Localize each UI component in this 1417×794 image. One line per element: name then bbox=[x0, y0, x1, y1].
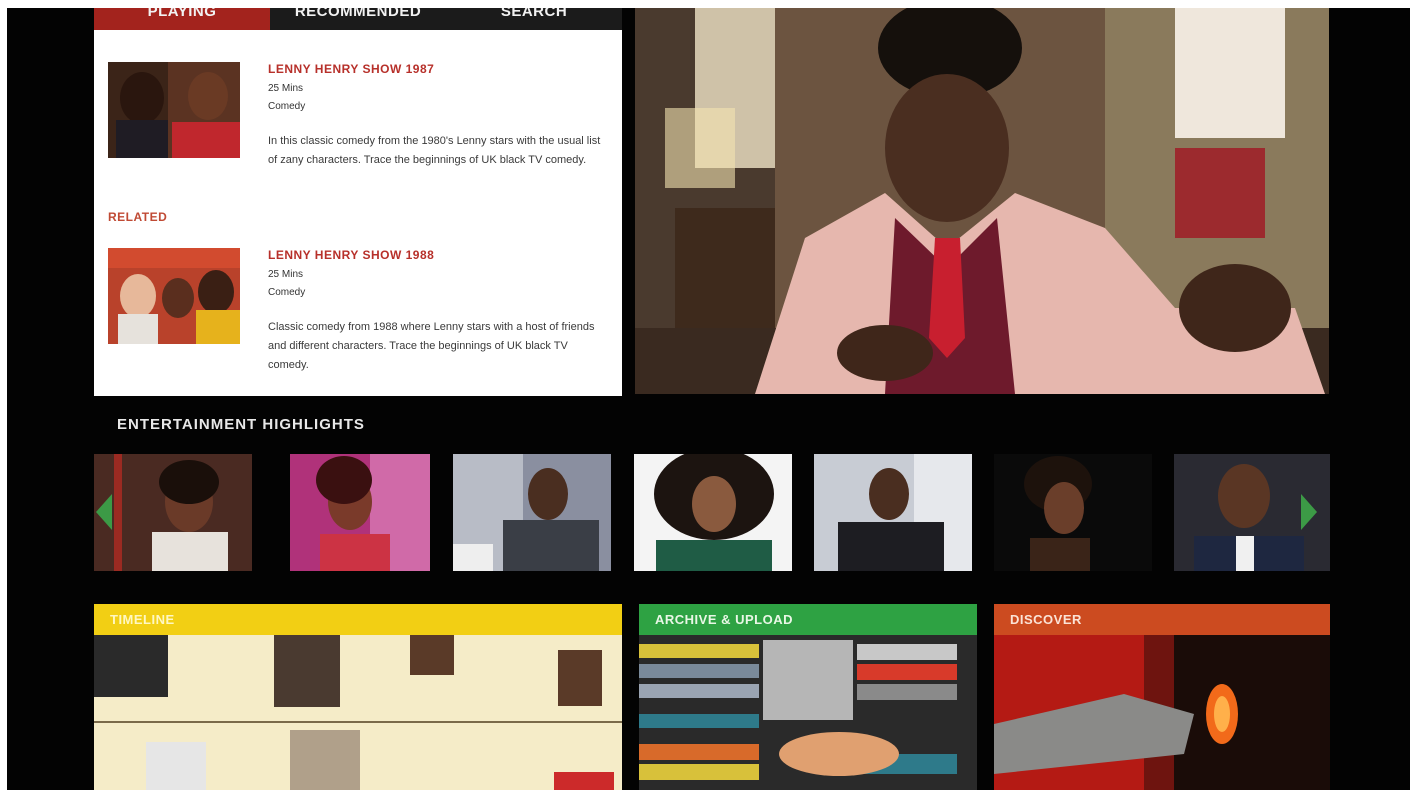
now-playing-description: In this classic comedy from the 1980's L… bbox=[268, 135, 601, 166]
app-screen: PLAYING RECOMMENDED SEARCH LENNY HENRY S… bbox=[7, 8, 1410, 790]
discover-header[interactable]: DISCOVER bbox=[994, 604, 1330, 635]
now-playing-title[interactable]: LENNY HENRY SHOW 1987 bbox=[268, 62, 603, 76]
highlight-thumb[interactable] bbox=[453, 454, 611, 571]
now-playing-thumbnail[interactable] bbox=[108, 62, 240, 158]
now-playing-item[interactable]: LENNY HENRY SHOW 1987 25 Mins Comedy In … bbox=[108, 62, 608, 192]
arrow-left-icon[interactable] bbox=[96, 494, 112, 530]
related-item[interactable]: LENNY HENRY SHOW 1988 25 Mins Comedy Cla… bbox=[108, 248, 608, 378]
related-genre: Comedy bbox=[268, 287, 306, 298]
related-info: LENNY HENRY SHOW 1988 25 Mins Comedy Cla… bbox=[268, 248, 603, 375]
now-playing-panel: LENNY HENRY SHOW 1987 25 Mins Comedy In … bbox=[94, 30, 622, 396]
highlight-thumb[interactable] bbox=[814, 454, 972, 571]
player-tabs: PLAYING RECOMMENDED SEARCH bbox=[94, 8, 622, 30]
now-playing-duration: 25 Mins bbox=[268, 83, 304, 94]
archive-upload-tile[interactable]: ARCHIVE & UPLOAD bbox=[639, 604, 977, 790]
now-playing-genre: Comedy bbox=[268, 101, 306, 112]
related-title[interactable]: LENNY HENRY SHOW 1988 bbox=[268, 248, 603, 262]
timeline-tile[interactable]: TIMELINE bbox=[94, 604, 622, 790]
highlights-carousel bbox=[94, 454, 1330, 571]
highlight-thumb[interactable] bbox=[94, 454, 252, 571]
related-thumbnail[interactable] bbox=[108, 248, 240, 344]
related-duration: 25 Mins bbox=[268, 269, 304, 280]
arrow-right-icon[interactable] bbox=[1301, 494, 1317, 530]
highlight-thumb[interactable] bbox=[994, 454, 1152, 571]
tab-recommended[interactable]: RECOMMENDED bbox=[270, 8, 446, 30]
hero-image[interactable] bbox=[635, 8, 1329, 394]
timeline-header[interactable]: TIMELINE bbox=[94, 604, 622, 635]
highlight-thumb[interactable] bbox=[290, 454, 430, 571]
archive-upload-header[interactable]: ARCHIVE & UPLOAD bbox=[639, 604, 977, 635]
now-playing-info: LENNY HENRY SHOW 1987 25 Mins Comedy In … bbox=[268, 62, 603, 170]
highlight-thumb[interactable] bbox=[634, 454, 792, 571]
related-heading: RELATED bbox=[108, 210, 168, 224]
tab-playing[interactable]: PLAYING bbox=[94, 8, 270, 30]
highlights-heading: ENTERTAINMENT HIGHLIGHTS bbox=[117, 416, 365, 433]
tab-search[interactable]: SEARCH bbox=[446, 8, 622, 30]
related-description: Classic comedy from 1988 where Lenny sta… bbox=[268, 321, 595, 371]
discover-tile[interactable]: DISCOVER bbox=[994, 604, 1330, 790]
